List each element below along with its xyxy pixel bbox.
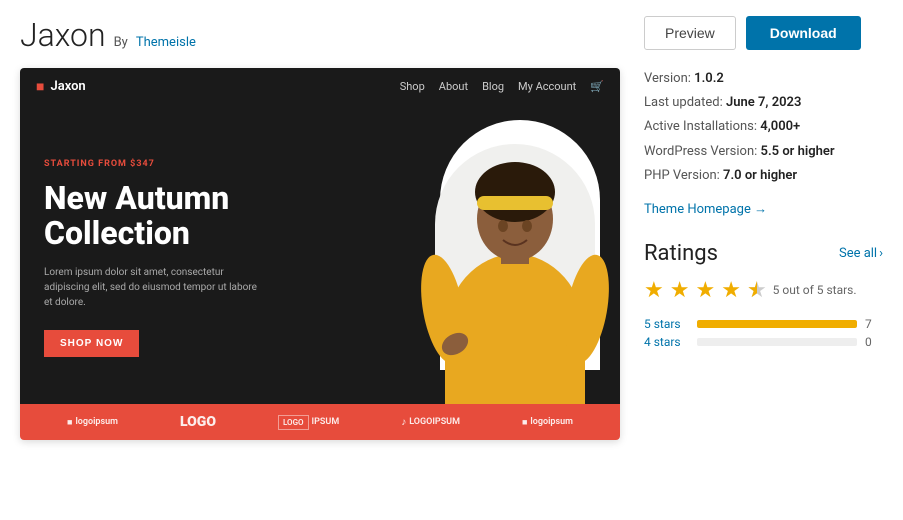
bar-fill-5 [697,320,857,328]
star-4: ★ [721,278,741,303]
bar-track-5 [697,320,857,328]
theme-author-link[interactable]: Themeisle [136,35,196,50]
theme-logo-icon: ■ [36,78,44,95]
active-installs-value: 4,000+ [760,119,800,134]
wp-version-item: WordPress Version: 5.5 or higher [644,143,883,161]
ratings-title: Ratings [644,241,718,266]
nav-about[interactable]: About [439,80,468,93]
ratings-header: Ratings See all › [644,241,883,266]
last-updated-item: Last updated: June 7, 2023 [644,94,883,112]
logos-bar: ■ logoipsum LOGO LOGOIPSUM ♪LOGOIPSUM ■l… [20,404,620,440]
ratings-section: Ratings See all › ★ ★ ★ ★ ★★ 5 out of 5 … [644,241,883,349]
theme-by-label: By [114,35,128,50]
last-updated-value: June 7, 2023 [726,95,801,110]
preview-button[interactable]: Preview [644,16,736,50]
rating-bar-row-5: 5 stars 7 [644,317,883,331]
theme-title-row: Jaxon By Themeisle [20,16,620,54]
see-all-link[interactable]: See all › [839,246,883,261]
star-3: ★ [695,278,715,303]
php-version-item: PHP Version: 7.0 or higher [644,167,883,185]
logo-4: ♪LOGOIPSUM [401,417,460,428]
theme-meta: Version: 1.0.2 Last updated: June 7, 202… [644,70,883,185]
left-column: Jaxon By Themeisle ■ Jaxon Shop About Bl… [20,16,620,440]
star-5-half: ★★ [747,278,767,303]
bar-count-5: 7 [865,317,880,331]
see-all-label: See all [839,246,877,261]
right-column: Preview Download Version: 1.0.2 Last upd… [644,16,883,440]
logo-5: ■logoipsum [522,417,573,428]
theme-logo-text: Jaxon [50,79,85,94]
version-value: 1.0.2 [694,71,724,86]
hero-person-illustration [415,114,615,404]
bar-label-4: 4 stars [644,335,689,349]
nav-shop[interactable]: Shop [400,80,425,93]
see-all-chevron: › [879,246,883,261]
wp-version-value: 5.5 or higher [761,144,835,159]
bar-track-4 [697,338,857,346]
theme-logo: ■ Jaxon [36,78,86,95]
hero-starting-text: STARTING FROM $347 [44,159,326,169]
theme-nav-links: Shop About Blog My Account 🛒 [400,80,604,93]
bar-label-5: 5 stars [644,317,689,331]
rating-bar-row-4: 4 stars 0 [644,335,883,349]
star-1: ★ [644,278,664,303]
hero-section: STARTING FROM $347 New Autumn Collection… [20,104,620,404]
logo-3: LOGOIPSUM [278,415,339,430]
bar-count-4: 0 [865,335,880,349]
active-installs-item: Active Installations: 4,000+ [644,118,883,136]
action-buttons: Preview Download [644,16,883,50]
stars-row: ★ ★ ★ ★ ★★ 5 out of 5 stars. [644,278,883,303]
active-installs-label: Active Installations: [644,119,757,134]
preview-frame: ■ Jaxon Shop About Blog My Account 🛒 STA… [20,68,620,440]
hero-description: Lorem ipsum dolor sit amet, consectetur … [44,265,264,310]
php-version-value: 7.0 or higher [723,168,797,183]
hero-content: STARTING FROM $347 New Autumn Collection… [20,104,350,404]
version-item: Version: 1.0.2 [644,70,883,88]
rating-bars: 5 stars 7 4 stars 0 [644,317,883,349]
nav-blog[interactable]: Blog [482,80,504,93]
star-2: ★ [670,278,690,303]
stars-label: 5 out of 5 stars. [773,283,857,297]
theme-name: Jaxon [20,16,106,54]
theme-nav-bar: ■ Jaxon Shop About Blog My Account 🛒 [20,68,620,104]
logo-1: ■ logoipsum [67,417,118,428]
hero-cta-button[interactable]: SHOP NOW [44,330,139,357]
php-version-label: PHP Version: [644,168,720,183]
hero-title: New Autumn Collection [44,181,326,251]
hero-image-area [350,104,620,404]
theme-homepage-link[interactable]: Theme Homepage → [644,201,883,217]
download-button[interactable]: Download [746,16,861,50]
wp-version-label: WordPress Version: [644,144,757,159]
logo-2: LOGO [180,414,216,430]
cart-icon[interactable]: 🛒 [590,80,604,93]
last-updated-label: Last updated: [644,95,723,110]
nav-account[interactable]: My Account [518,80,576,93]
